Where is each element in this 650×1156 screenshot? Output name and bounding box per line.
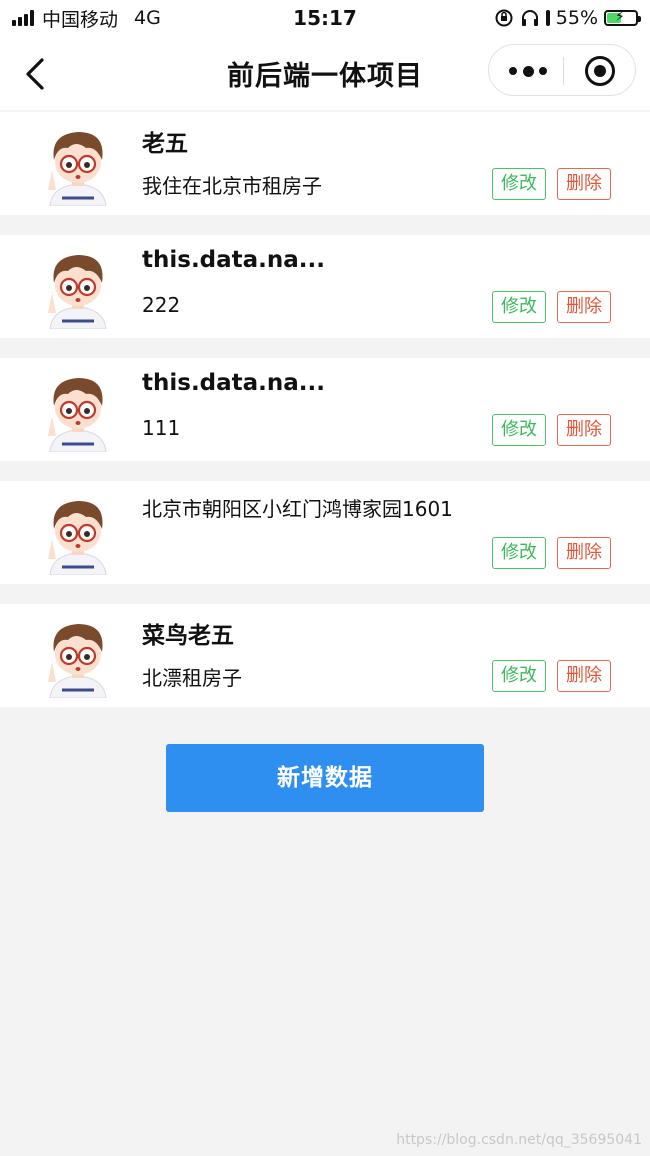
nav-bar: 前后端一体项目 [0,36,650,110]
add-data-button[interactable]: 新增数据 [166,744,484,812]
item-address: 北漂租房子 [142,666,242,690]
battery-percent: 55% [555,7,598,29]
item-name: this.data.na... [142,247,326,273]
edit-button[interactable]: 修改 [492,168,546,200]
avatar [34,616,122,698]
capsule-divider [563,57,564,85]
delete-button[interactable]: 删除 [557,660,611,692]
item-name: this.data.na... [142,370,326,396]
avatar [34,247,122,329]
item-address: 111 [142,416,181,440]
avatar [34,493,122,575]
list-item: 老五 我住在北京市租房子 修改 删除 [0,112,650,215]
menu-capsule [488,44,636,96]
rotation-lock-icon [495,9,513,27]
charging-bolt-icon: ⚡ [615,9,625,25]
watermark: https://blog.csdn.net/qq_35695041 [396,1132,642,1148]
delete-button[interactable]: 删除 [557,414,611,446]
item-name: 老五 [142,131,188,157]
edit-button[interactable]: 修改 [492,537,546,569]
delete-button[interactable]: 删除 [557,291,611,323]
status-bar: 中国移动 4G 15:17 55% ⚡ [0,0,650,36]
edit-button[interactable]: 修改 [492,660,546,692]
close-miniprogram-icon[interactable] [585,56,615,86]
delete-button[interactable]: 删除 [557,537,611,569]
item-address: 222 [142,293,181,317]
more-icon[interactable] [509,57,547,85]
item-address: 我住在北京市租房子 [142,174,322,198]
avatar [34,370,122,452]
edit-button[interactable]: 修改 [492,414,546,446]
list-item: 北京市朝阳区小红门鸿博家园1601 修改 删除 [0,481,650,584]
headphones-icon [521,10,538,26]
delete-button[interactable]: 删除 [557,168,611,200]
list-item: 菜鸟老五 北漂租房子 修改 删除 [0,604,650,707]
edit-button[interactable]: 修改 [492,291,546,323]
list-item: this.data.na... 111 修改 删除 [0,358,650,461]
battery-icon: ⚡ [604,9,641,26]
item-name: 菜鸟老五 [142,623,234,649]
status-right: 55% ⚡ [494,6,641,30]
bluetooth-icon [545,10,550,26]
avatar [34,124,122,206]
item-address: 北京市朝阳区小红门鸿博家园1601 [142,497,453,521]
list-item: this.data.na... 222 修改 删除 [0,235,650,338]
